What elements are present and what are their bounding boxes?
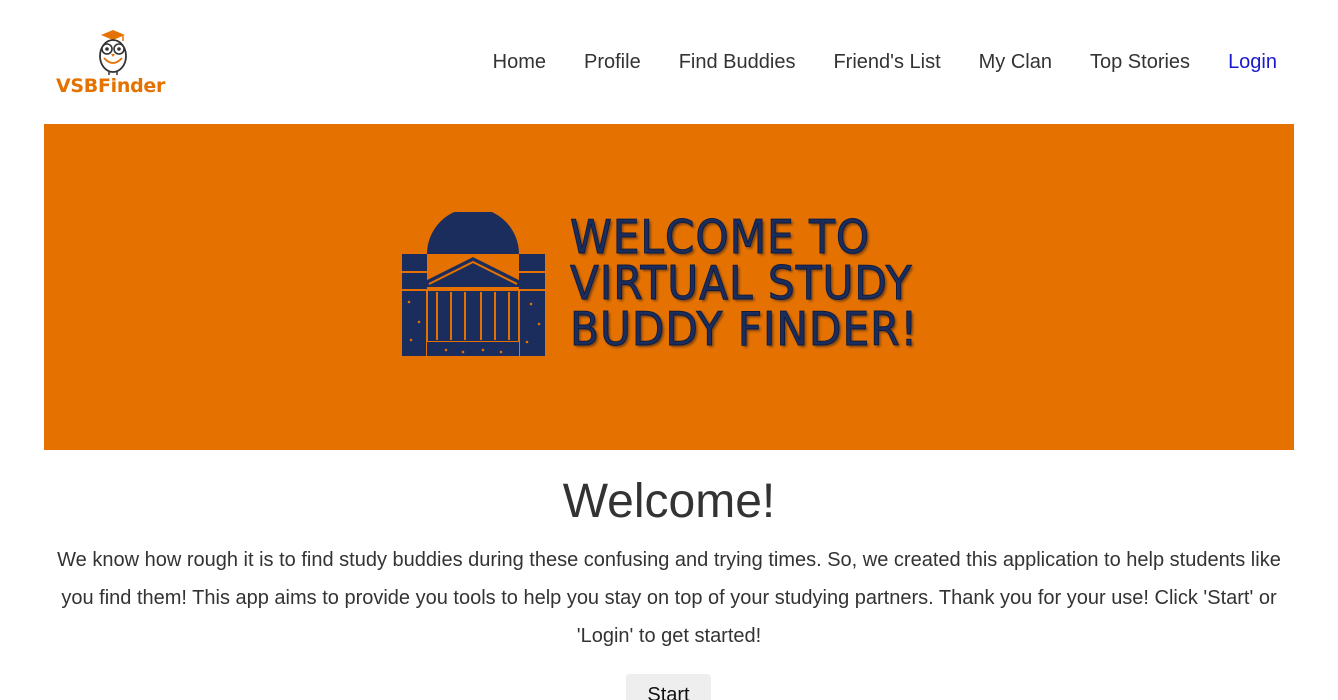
owl-icon — [99, 30, 127, 75]
logo[interactable]: VSBFinder — [55, 28, 173, 98]
banner-title-line-3: Buddy Finder! — [570, 302, 919, 356]
rotunda-icon — [401, 212, 546, 356]
intro-paragraph: We know how rough it is to find study bu… — [57, 549, 1281, 647]
banner-title: Welcome to Virtual Study Buddy Finder! — [570, 210, 920, 356]
nav-login[interactable]: Login — [1228, 49, 1277, 75]
brand-name: VSBFinder — [56, 75, 166, 97]
nav-find-buddies[interactable]: Find Buddies — [679, 49, 796, 75]
nav-friends-list[interactable]: Friend's List — [833, 49, 940, 75]
navbar: VSBFinder Home Profile Find Buddies Frie… — [0, 0, 1338, 124]
nav-my-clan[interactable]: My Clan — [979, 49, 1052, 75]
nav-profile[interactable]: Profile — [584, 49, 641, 75]
nav-menu: Home Profile Find Buddies Friend's List … — [455, 49, 1277, 75]
start-button[interactable]: Start — [626, 674, 711, 700]
nav-home[interactable]: Home — [493, 49, 546, 75]
nav-top-stories[interactable]: Top Stories — [1090, 49, 1190, 75]
welcome-banner: Welcome to Virtual Study Buddy Finder! — [44, 124, 1294, 450]
banner-title-line-1: Welcome to — [570, 210, 871, 264]
page-title: Welcome! — [562, 475, 776, 528]
page: VSBFinder Home Profile Find Buddies Frie… — [0, 0, 1338, 700]
banner-title-line-2: Virtual Study — [570, 256, 913, 310]
